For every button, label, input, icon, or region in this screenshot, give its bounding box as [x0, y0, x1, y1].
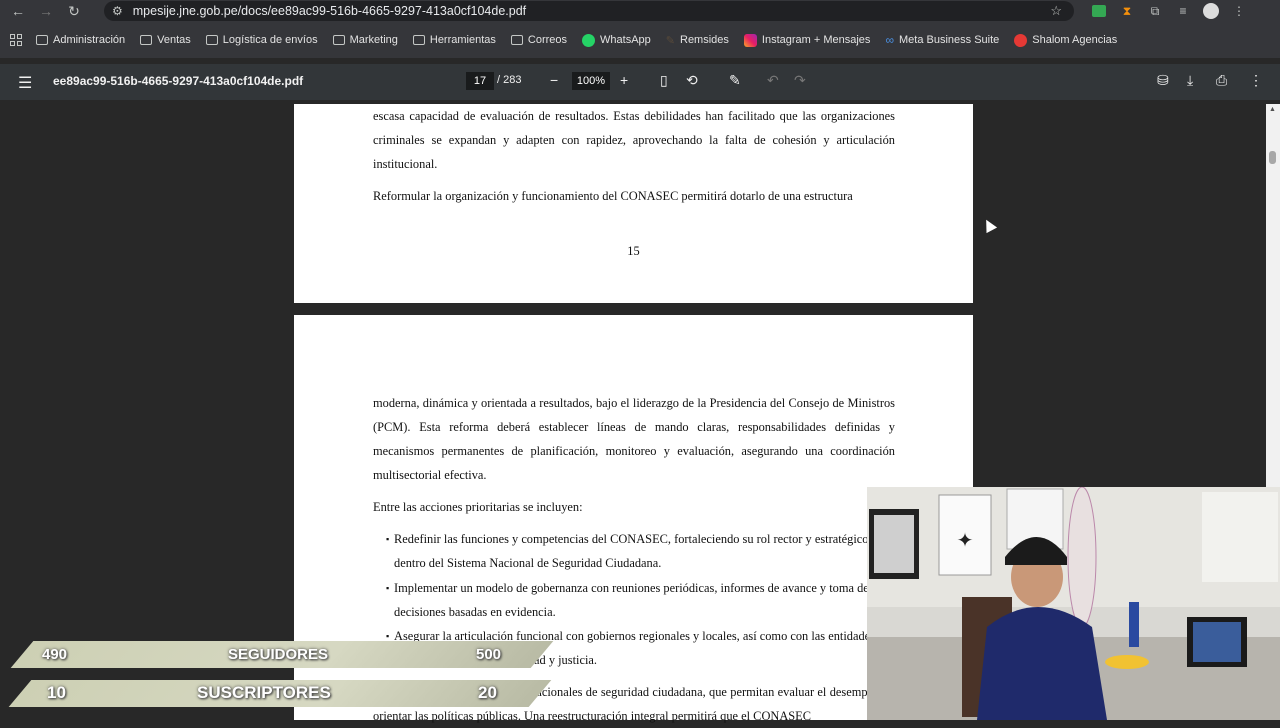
webcam-overlay: ✦ — [867, 487, 1280, 720]
bookmark-whatsapp[interactable]: WhatsApp — [582, 33, 651, 47]
zoom-out-icon[interactable]: − — [550, 72, 558, 88]
reload-icon[interactable]: ↻ — [60, 1, 88, 21]
paragraph: escasa capacidad de evaluación de result… — [373, 109, 895, 171]
rotate-icon[interactable]: ⟲ — [686, 72, 698, 89]
url-text: mpesije.jne.gob.pe/docs/ee89ac99-516b-46… — [132, 4, 527, 18]
paragraph: Entre las acciones prioritarias se inclu… — [373, 500, 583, 514]
webcam-scene: ✦ — [867, 487, 1280, 720]
site-info-icon[interactable]: ⚙ — [112, 4, 123, 18]
folder-icon — [510, 35, 523, 45]
bookmark-meta[interactable]: ∞ Meta Business Suite — [885, 33, 999, 47]
list-item: Implementar un modelo de gobernanza con … — [386, 576, 895, 624]
pdf-filename: ee89ac99-516b-4665-9297-413a0cf104de.pdf — [53, 74, 304, 88]
download-icon[interactable]: ⤓ — [1187, 72, 1193, 89]
profile-avatar-icon[interactable] — [1200, 1, 1222, 21]
bookmark-shalom[interactable]: Shalom Agencias — [1014, 33, 1117, 47]
reading-list-icon[interactable]: ≡ — [1172, 1, 1194, 21]
redo-icon[interactable]: ↷ — [794, 72, 806, 89]
folder-icon — [36, 35, 48, 45]
address-bar[interactable]: ⚙ mpesije.jne.gob.pe/docs/ee89ac99-516b-… — [104, 1, 1074, 21]
page-number-input[interactable]: 17 — [466, 72, 494, 90]
annotate-icon[interactable]: ✎ — [729, 72, 741, 89]
bookmark-logistica[interactable]: Logística de envíos — [205, 34, 318, 46]
whatsapp-icon — [582, 33, 596, 47]
folder-icon — [205, 35, 218, 45]
scroll-thumb[interactable] — [1269, 151, 1276, 164]
paragraph: moderna, dinámica y orientada a resultad… — [373, 396, 895, 482]
bookmark-marketing[interactable]: Marketing — [332, 34, 398, 46]
followers-label: SEGUIDORES — [228, 646, 329, 663]
bookmark-instagram[interactable]: Instagram + Mensajes — [743, 33, 870, 47]
subscribers-goal: 20 — [478, 683, 497, 702]
folder-icon — [332, 35, 345, 45]
sidebar-menu-icon[interactable]: ☰ — [18, 73, 32, 93]
pdf-page-15: escasa capacidad de evaluación de result… — [294, 104, 973, 303]
zoom-input[interactable]: 100% — [572, 72, 610, 90]
svg-text:✦: ✦ — [957, 528, 974, 552]
bookmarks-bar: Administración Ventas Logística de envío… — [0, 30, 1280, 50]
meta-icon: ∞ — [885, 33, 894, 47]
more-options-icon[interactable]: ⋮ — [1249, 72, 1263, 89]
zoom-in-icon[interactable]: + — [620, 72, 628, 88]
print-icon[interactable]: ⎙ — [1216, 72, 1227, 89]
folder-icon — [140, 35, 153, 45]
browser-menu-icon[interactable]: ⋮ — [1228, 1, 1250, 21]
drive-save-icon[interactable]: ⛁ — [1157, 72, 1169, 89]
scroll-up-arrow-icon[interactable]: ▲ — [1269, 106, 1276, 113]
undo-icon[interactable]: ↶ — [767, 72, 779, 89]
fit-page-icon[interactable]: ▯ — [660, 72, 668, 89]
pdf-toolbar: ☰ ee89ac99-516b-4665-9297-413a0cf104de.p… — [0, 64, 1280, 100]
subscribers-label: SUSCRIPTORES — [197, 683, 331, 702]
followers-current: 490 — [42, 646, 68, 663]
back-icon[interactable]: ← — [4, 1, 32, 21]
apps-grid-icon[interactable] — [10, 34, 22, 46]
bookmark-star-icon[interactable]: ☆ — [1050, 3, 1062, 19]
bookmark-correos[interactable]: Correos — [510, 34, 567, 46]
bookmark-herramientas[interactable]: Herramientas — [412, 34, 496, 46]
extensions-bar: ⧗ ⧉ ≡ ⋮ — [1088, 1, 1250, 21]
sheets-extension-icon[interactable] — [1088, 1, 1110, 21]
bookmark-ventas[interactable]: Ventas — [140, 34, 191, 46]
subscribers-current: 10 — [47, 683, 66, 702]
folder-icon — [412, 35, 425, 45]
bookmark-remsides[interactable]: ✎ Remsides — [666, 34, 729, 47]
bookmark-administracion[interactable]: Administración — [36, 34, 125, 46]
page-number: 15 — [627, 244, 640, 258]
remsides-icon: ✎ — [665, 34, 675, 47]
puzzle-extensions-icon[interactable]: ⧉ — [1144, 1, 1166, 21]
paragraph: Reformular la organización y funcionamie… — [373, 189, 853, 203]
followers-goal: 500 — [476, 646, 502, 663]
shalom-icon — [1014, 33, 1028, 47]
hourglass-extension-icon[interactable]: ⧗ — [1116, 1, 1138, 21]
instagram-icon — [743, 33, 757, 47]
page-total: / 283 — [497, 74, 522, 86]
forward-icon[interactable]: → — [32, 1, 60, 21]
list-item: Redefinir las funciones y competencias d… — [386, 527, 895, 575]
